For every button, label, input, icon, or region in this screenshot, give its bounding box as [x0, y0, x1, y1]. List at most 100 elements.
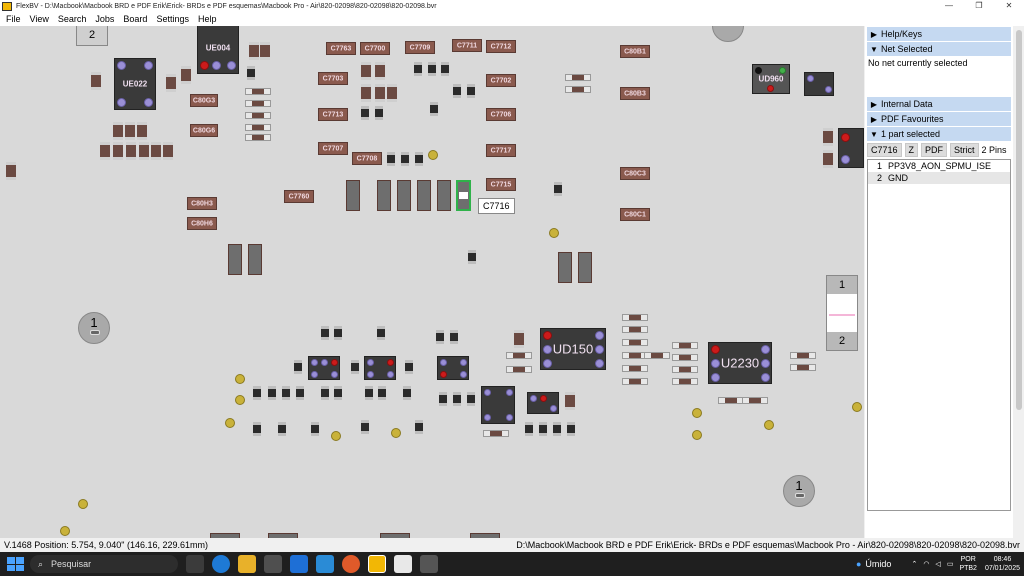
pin[interactable] — [144, 98, 153, 107]
pin-1[interactable] — [543, 331, 552, 340]
capacitor[interactable] — [6, 162, 16, 180]
pin[interactable] — [484, 389, 491, 396]
capacitor[interactable] — [430, 102, 438, 116]
taskbar-search[interactable]: ⌕ Pesquisar — [30, 555, 178, 573]
resistor[interactable] — [742, 397, 768, 404]
pin[interactable] — [595, 331, 604, 340]
capacitor[interactable]: C80H6 — [187, 217, 217, 230]
capacitor[interactable] — [823, 128, 833, 146]
capacitor[interactable] — [387, 152, 395, 166]
capacitor[interactable] — [100, 142, 110, 160]
capacitor[interactable] — [578, 252, 592, 283]
capacitor[interactable] — [249, 42, 259, 60]
tray-chevron-icon[interactable]: ⌃ — [911, 560, 917, 568]
capacitor[interactable] — [91, 72, 101, 90]
pin[interactable] — [779, 67, 786, 74]
pin[interactable] — [484, 414, 491, 421]
pin[interactable] — [530, 395, 537, 402]
menu-jobs[interactable]: Jobs — [95, 14, 114, 24]
menu-board[interactable]: Board — [123, 14, 147, 24]
pin[interactable] — [841, 133, 850, 142]
edge-browser-icon[interactable] — [212, 555, 230, 573]
capacitor[interactable]: C7763 — [326, 42, 356, 55]
app-icon[interactable] — [394, 555, 412, 573]
capacitor[interactable] — [415, 420, 423, 434]
pin[interactable] — [440, 359, 447, 366]
app-icon[interactable] — [316, 555, 334, 573]
ic-edge[interactable] — [838, 128, 864, 168]
pin[interactable] — [711, 359, 720, 368]
pin[interactable] — [117, 98, 126, 107]
capacitor[interactable]: C7708 — [352, 152, 382, 165]
selected-part-c7716[interactable] — [456, 180, 471, 211]
ic-small[interactable] — [437, 356, 469, 380]
capacitor[interactable] — [321, 386, 329, 400]
pin[interactable] — [711, 373, 720, 382]
capacitor[interactable] — [375, 84, 385, 102]
pin[interactable] — [440, 371, 447, 378]
pin[interactable] — [311, 371, 318, 378]
clock[interactable]: 08:46 07/01/2025 — [985, 555, 1020, 573]
capacitor[interactable] — [163, 142, 173, 160]
capacitor[interactable] — [166, 74, 176, 92]
pin[interactable] — [540, 395, 547, 402]
capacitor[interactable]: C80G6 — [190, 124, 218, 137]
capacitor[interactable] — [125, 122, 135, 140]
pin[interactable] — [543, 359, 552, 368]
capacitor[interactable] — [397, 180, 411, 211]
via[interactable] — [78, 499, 88, 509]
capacitor[interactable] — [260, 42, 270, 60]
ic-ud960[interactable]: UD960 — [752, 64, 790, 94]
strict-button[interactable]: Strict — [950, 143, 979, 157]
restore-button[interactable]: ❐ — [964, 0, 994, 12]
pin[interactable] — [331, 359, 338, 366]
capacitor[interactable] — [321, 326, 329, 340]
capacitor[interactable] — [361, 62, 371, 80]
via[interactable] — [331, 431, 341, 441]
volume-icon[interactable]: ◁ — [935, 560, 940, 568]
pin[interactable] — [460, 371, 467, 378]
pin[interactable] — [227, 61, 236, 70]
capacitor[interactable] — [437, 180, 451, 211]
capacitor[interactable] — [467, 392, 475, 406]
language-indicator[interactable]: POR PTB2 — [959, 555, 977, 573]
mounting-pad[interactable] — [712, 26, 744, 42]
ic-small[interactable] — [308, 356, 340, 380]
capacitor[interactable]: C80B3 — [620, 87, 650, 100]
capacitor[interactable]: C80B1 — [620, 45, 650, 58]
resistor[interactable] — [672, 354, 698, 361]
capacitor[interactable] — [139, 142, 149, 160]
capacitor[interactable] — [126, 142, 136, 160]
capacitor[interactable]: C7715 — [486, 178, 516, 191]
pin[interactable] — [321, 359, 328, 366]
pin-row[interactable]: 1 PP3V8_AON_SPMU_ISE — [868, 160, 1010, 172]
capacitor[interactable] — [453, 84, 461, 98]
resistor[interactable] — [672, 378, 698, 385]
capacitor[interactable] — [417, 180, 431, 211]
capacitor[interactable] — [554, 182, 562, 196]
capacitor[interactable] — [113, 142, 123, 160]
capacitor[interactable] — [361, 84, 371, 102]
scrollbar-thumb[interactable] — [1016, 30, 1022, 410]
wifi-icon[interactable]: ◠ — [923, 560, 929, 568]
section-pdf-favourites[interactable]: ▶ PDF Favourites — [867, 112, 1011, 126]
resistor[interactable] — [672, 366, 698, 373]
capacitor[interactable] — [558, 252, 572, 283]
pin[interactable] — [595, 345, 604, 354]
capacitor[interactable] — [361, 420, 369, 434]
resistor[interactable] — [565, 74, 591, 81]
via[interactable] — [225, 418, 235, 428]
capacitor[interactable]: C7717 — [486, 144, 516, 157]
resistor[interactable] — [622, 339, 648, 346]
panel-scrollbar[interactable] — [1014, 26, 1024, 538]
resistor[interactable] — [790, 352, 816, 359]
section-help-keys[interactable]: ▶ Help/Keys — [867, 27, 1011, 41]
resistor[interactable] — [622, 365, 648, 372]
capacitor[interactable]: C7706 — [486, 108, 516, 121]
section-net-selected[interactable]: ▼ Net Selected — [867, 42, 1011, 56]
pin[interactable] — [331, 371, 338, 378]
via[interactable] — [235, 374, 245, 384]
brave-browser-icon[interactable] — [342, 555, 360, 573]
capacitor[interactable] — [253, 422, 261, 436]
capacitor[interactable] — [248, 244, 262, 275]
